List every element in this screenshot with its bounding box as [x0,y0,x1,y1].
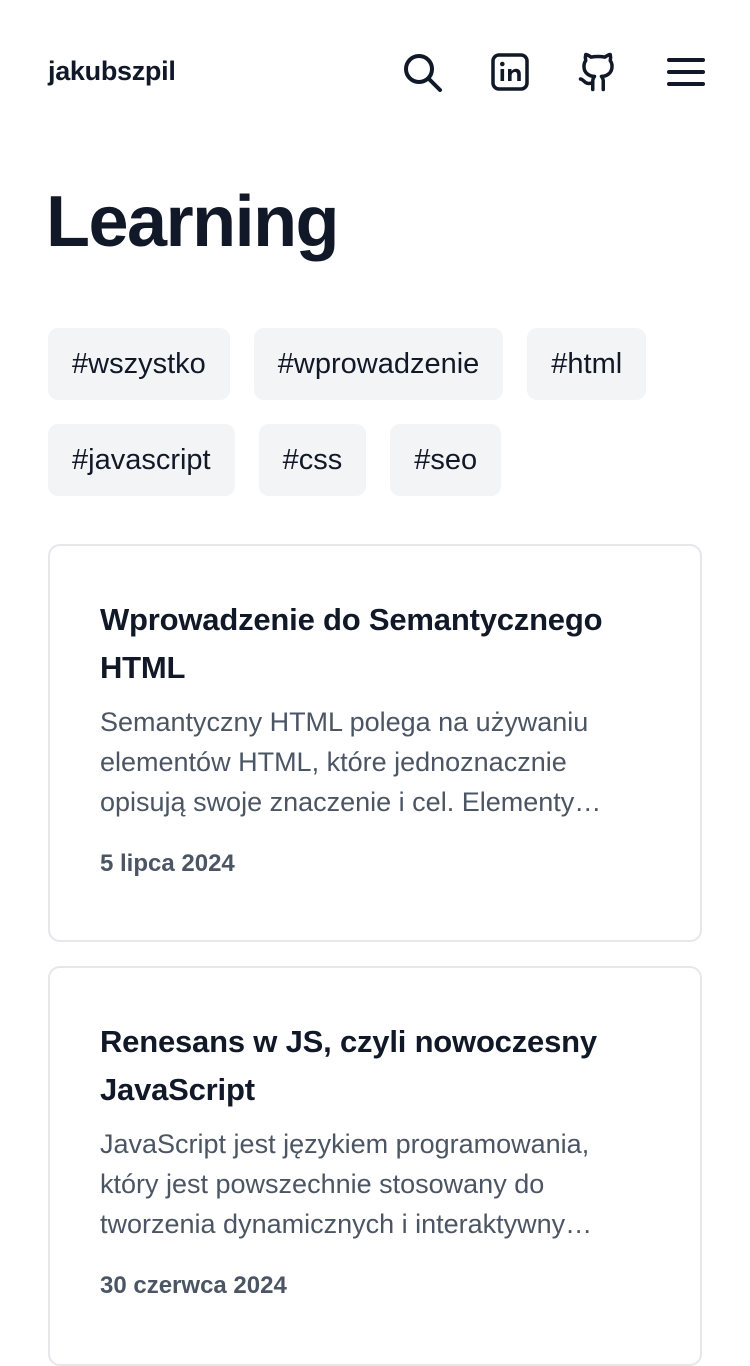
post-title[interactable]: Wprowadzenie do Semantycznego HTML [100,596,650,692]
tag-css[interactable]: #css [258,424,367,496]
menu-icon [667,58,705,86]
tag-seo[interactable]: #seo [390,424,502,496]
tag-row: #wszystko #wprowadzenie #html [48,328,708,400]
tag-html[interactable]: #html [527,328,647,400]
github-link[interactable] [576,50,620,94]
search-icon [404,54,442,92]
page-title: Learning [46,182,340,262]
post-card[interactable]: Wprowadzenie do Semantycznego HTML Seman… [48,544,702,942]
post-title[interactable]: Renesans w JS, czyli nowoczesny JavaScri… [100,1018,650,1114]
tag-wszystko[interactable]: #wszystko [48,328,230,400]
menu-button[interactable] [664,50,708,94]
linkedin-icon [491,53,529,91]
site-header: jakubszpil [0,0,750,145]
post-date: 5 lipca 2024 [100,850,235,877]
post-excerpt: JavaScript jest językiem programowania, … [100,1129,593,1239]
post-date: 30 czerwca 2024 [100,1272,287,1299]
tag-wprowadzenie[interactable]: #wprowadzenie [253,328,504,400]
search-button[interactable] [400,50,444,94]
site-logo-link[interactable]: jakubszpil [48,56,176,87]
tag-row: #javascript #css #seo [48,424,708,496]
post-excerpt: Semantyczny HTML polega na używaniu elem… [100,707,602,817]
linkedin-link[interactable] [488,50,532,94]
github-icon [578,52,614,92]
tag-filter: #wszystko #wprowadzenie #html #javascrip… [48,328,708,520]
post-card[interactable]: Renesans w JS, czyli nowoczesny JavaScri… [48,966,702,1366]
tag-javascript[interactable]: #javascript [48,424,235,496]
